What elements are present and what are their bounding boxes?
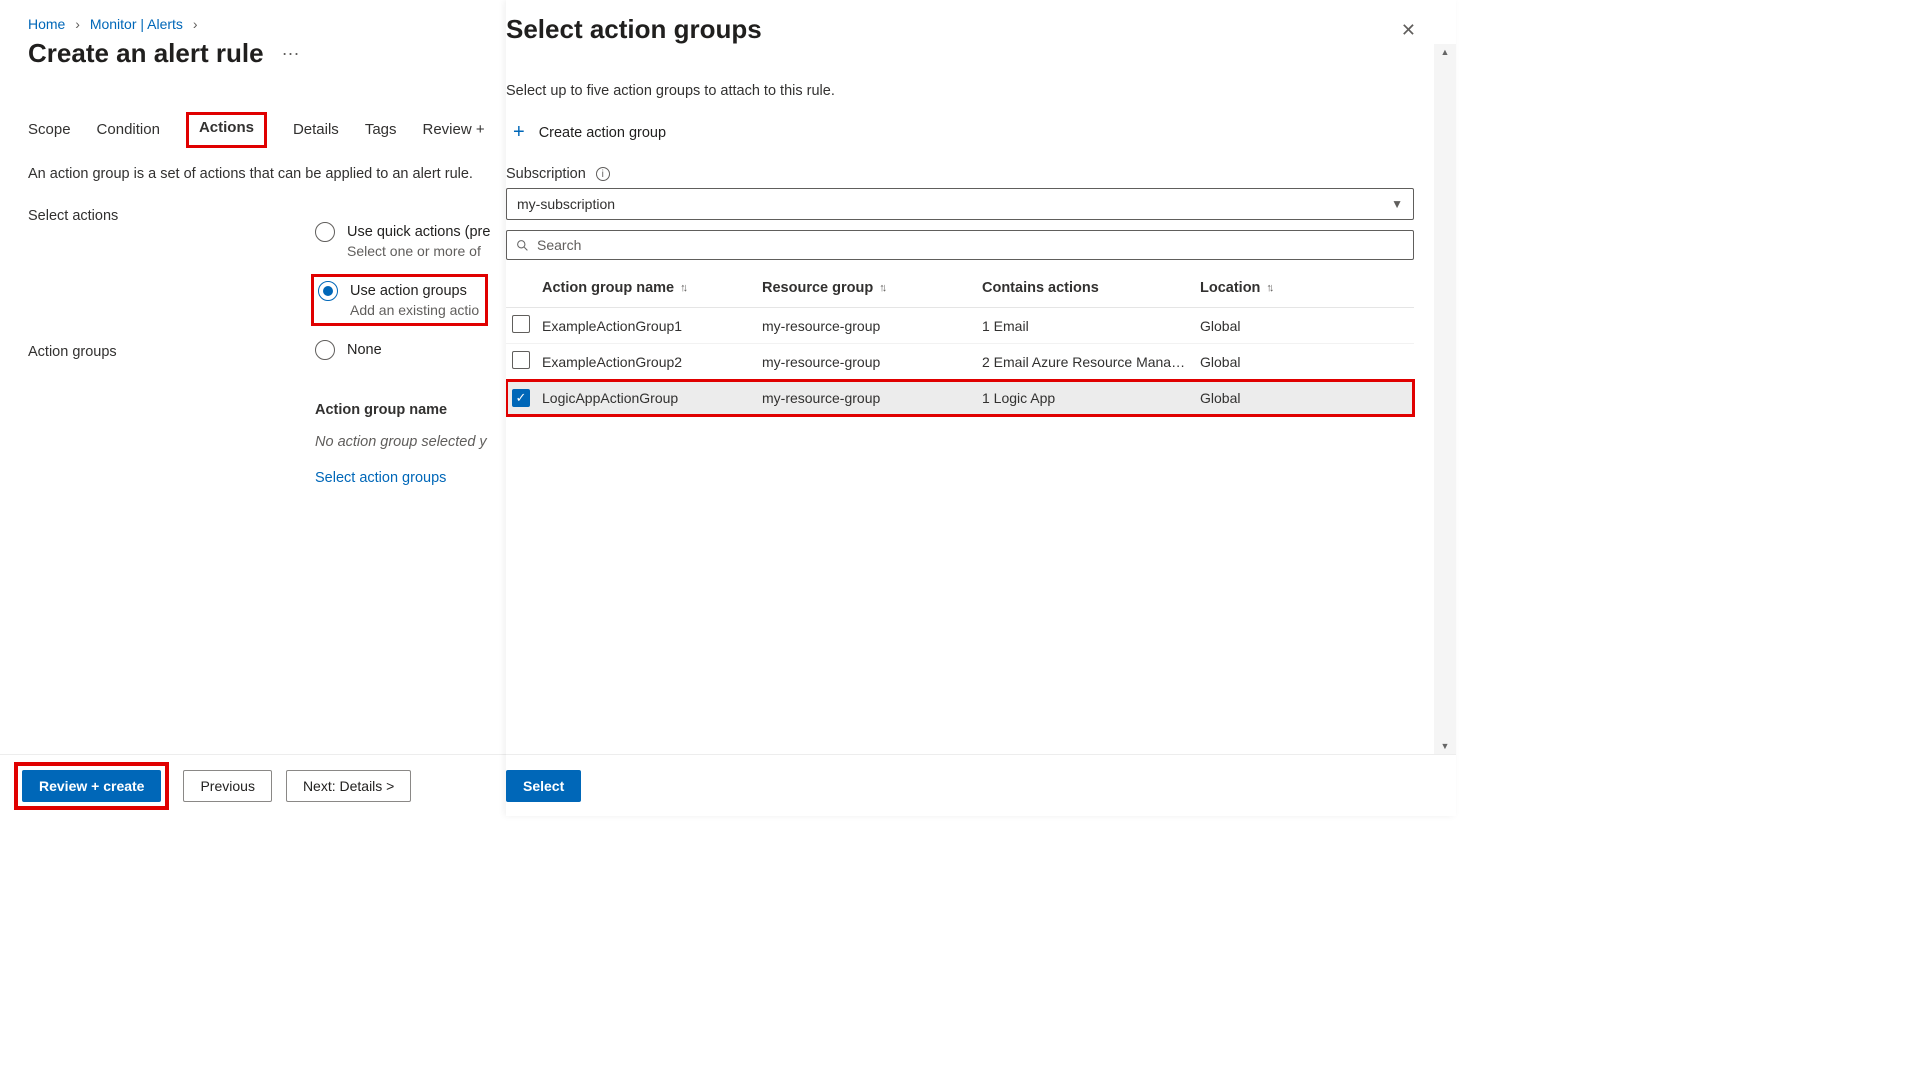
breadcrumb-monitor-alerts[interactable]: Monitor | Alerts <box>90 16 183 32</box>
col-header-contains-actions[interactable]: Contains actions <box>982 280 1200 296</box>
chevron-down-icon: ▼ <box>1391 197 1403 211</box>
previous-button[interactable]: Previous <box>183 770 271 802</box>
review-create-button[interactable]: Review + create <box>22 770 161 802</box>
cell-location: Global <box>1200 390 1360 406</box>
select-action-groups-link[interactable]: Select action groups <box>315 470 446 486</box>
select-action-groups-panel: Select action groups ✕ Select up to five… <box>506 0 1456 816</box>
plus-icon: + <box>513 121 525 144</box>
breadcrumb-home[interactable]: Home <box>28 16 65 32</box>
table-row[interactable]: ExampleActionGroup2my-resource-group2 Em… <box>506 344 1414 380</box>
cell-resource-group: my-resource-group <box>762 354 982 370</box>
sort-icon: ↑↓ <box>1266 282 1271 294</box>
tab-scope[interactable]: Scope <box>28 115 71 148</box>
col-header-location[interactable]: Location↑↓ <box>1200 280 1360 296</box>
tab-review-create[interactable]: Review + <box>423 115 485 148</box>
cell-contains-actions: 2 Email Azure Resource Mana… <box>982 354 1200 370</box>
cell-location: Global <box>1200 354 1360 370</box>
cell-action-group-name: ExampleActionGroup1 <box>542 318 762 334</box>
radio-none-label: None <box>347 342 382 358</box>
search-placeholder: Search <box>537 237 581 253</box>
tab-tags[interactable]: Tags <box>365 115 397 148</box>
tab-actions[interactable]: Actions <box>186 112 267 148</box>
close-icon[interactable]: ✕ <box>1401 14 1426 41</box>
page-title: Create an alert rule <box>28 38 264 69</box>
more-actions-icon[interactable]: ··· <box>282 43 300 64</box>
panel-footer: Select <box>506 754 1456 816</box>
chevron-right-icon: › <box>187 16 204 32</box>
cell-resource-group: my-resource-group <box>762 390 982 406</box>
radio-none[interactable] <box>315 340 335 360</box>
table-row[interactable]: ExampleActionGroup1my-resource-group1 Em… <box>506 308 1414 344</box>
cell-contains-actions: 1 Email <box>982 318 1200 334</box>
search-input[interactable]: Search <box>506 230 1414 260</box>
table-row[interactable]: ✓ LogicAppActionGroupmy-resource-group1 L… <box>506 380 1414 416</box>
tab-description: An action group is a set of actions that… <box>28 166 490 182</box>
cell-action-group-name: ExampleActionGroup2 <box>542 354 762 370</box>
panel-title: Select action groups <box>506 14 762 45</box>
select-button[interactable]: Select <box>506 770 581 802</box>
row-checkbox[interactable] <box>512 315 530 333</box>
table-header: Action group name↑↓ Resource group↑↓ Con… <box>506 268 1414 308</box>
radio-use-action-groups[interactable] <box>318 281 338 301</box>
create-alert-rule-page: Home › Monitor | Alerts › Create an aler… <box>0 0 490 816</box>
scrollbar[interactable]: ▲ ▼ <box>1434 44 1456 754</box>
subscription-value: my-subscription <box>517 196 615 212</box>
cell-action-group-name: LogicAppActionGroup <box>542 390 762 406</box>
chevron-right-icon: › <box>69 16 86 32</box>
cell-resource-group: my-resource-group <box>762 318 982 334</box>
sort-icon: ↑↓ <box>879 282 884 294</box>
cell-contains-actions: 1 Logic App <box>982 390 1200 406</box>
panel-subtext: Select up to five action groups to attac… <box>506 83 1426 99</box>
col-header-resource-group[interactable]: Resource group↑↓ <box>762 280 982 296</box>
search-icon <box>515 238 529 252</box>
info-icon[interactable]: i <box>596 167 610 181</box>
create-action-group-label: Create action group <box>539 125 666 141</box>
radio-quick-actions[interactable] <box>315 222 335 242</box>
cell-location: Global <box>1200 318 1360 334</box>
breadcrumb: Home › Monitor | Alerts › <box>28 10 490 32</box>
subscription-select[interactable]: my-subscription ▼ <box>506 188 1414 220</box>
create-action-group-link[interactable]: + Create action group <box>506 121 666 144</box>
radio-quick-actions-sublabel: Select one or more of <box>347 243 481 259</box>
tab-details[interactable]: Details <box>293 115 339 148</box>
sort-icon: ↑↓ <box>680 282 685 294</box>
radio-use-action-groups-label: Use action groups <box>350 283 467 299</box>
action-groups-table: Action group name↑↓ Resource group↑↓ Con… <box>506 268 1414 416</box>
row-checkbox[interactable] <box>512 351 530 369</box>
scroll-down-icon[interactable]: ▼ <box>1441 738 1450 754</box>
radio-quick-actions-label: Use quick actions (pre <box>347 224 490 240</box>
scroll-up-icon[interactable]: ▲ <box>1441 44 1450 60</box>
tab-condition[interactable]: Condition <box>97 115 160 148</box>
wizard-tabs: Scope Condition Actions Details Tags Rev… <box>28 115 490 148</box>
radio-use-action-groups-sublabel: Add an existing actio <box>350 302 479 318</box>
col-header-name[interactable]: Action group name↑↓ <box>542 280 762 296</box>
subscription-label: Subscription <box>506 166 586 182</box>
review-create-highlight: Review + create <box>14 762 169 810</box>
next-details-button[interactable]: Next: Details > <box>286 770 411 802</box>
row-checkbox[interactable]: ✓ <box>512 389 530 407</box>
